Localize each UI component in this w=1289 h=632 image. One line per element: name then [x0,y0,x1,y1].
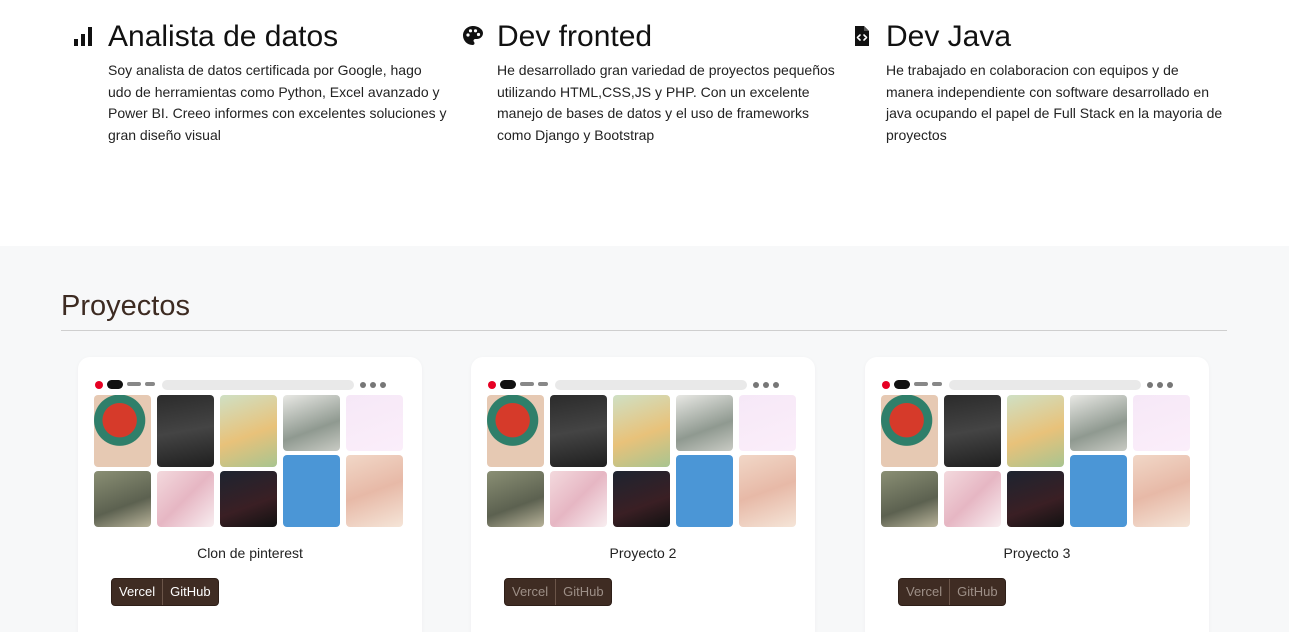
vercel-button[interactable]: Vercel [505,579,557,605]
mock-pin-image [1070,455,1127,527]
mock-nav-link [538,382,548,386]
project-screenshot [487,375,797,529]
mock-search-bar [162,380,354,390]
github-button[interactable]: GitHub [950,579,1004,605]
project-links: Vercel GitHub [898,578,1006,606]
skills-section: Analista de datos Soy analista de datos … [0,0,1289,246]
mock-nav-bar [94,379,404,391]
github-button[interactable]: GitHub [556,579,610,605]
project-screenshot [881,375,1191,529]
mock-chat-icon [370,382,376,388]
skill-title: Analista de datos [108,20,339,53]
mock-bell-icon [753,382,759,388]
mock-pin-image [550,395,607,467]
mock-nav-link [127,382,141,386]
mock-pin-image [346,395,403,451]
mock-nav-bar [881,379,1191,391]
divider [61,330,1227,331]
pinterest-logo-icon [488,381,496,389]
mock-bell-icon [1147,382,1153,388]
project-card: Clon de pinterest Vercel GitHub [78,357,422,632]
projects-section: Proyectos Clon de pinterest Vercel GitHu… [0,246,1289,632]
mock-pin-image [94,395,151,467]
skill-description: Soy analista de datos certificada por Go… [108,62,447,143]
mock-pin-image [1007,471,1064,527]
mock-home-pill [894,380,910,389]
mock-pin-image [676,395,733,451]
mock-pin-image [613,471,670,527]
mock-pin-image [1133,455,1190,527]
mock-nav-link [520,382,534,386]
projects-heading: Proyectos [61,290,190,322]
mock-pin-image [881,395,938,467]
mock-pin-image [346,455,403,527]
mock-pin-image [944,471,1001,527]
mock-search-bar [949,380,1141,390]
mock-nav-bar [487,379,797,391]
skill-description: He trabajado en colaboracion con equipos… [886,62,1223,143]
mock-pin-image [487,395,544,467]
project-title: Proyecto 3 [1003,545,1071,561]
bar-chart-icon [74,27,92,46]
project-title: Proyecto 2 [609,545,677,561]
skill-title: Dev fronted [497,20,653,53]
pinterest-logo-icon [95,381,103,389]
mock-pin-image [1070,395,1127,451]
mock-pin-image [283,455,340,527]
mock-pin-image [220,471,277,527]
mock-nav-link [145,382,155,386]
github-button[interactable]: GitHub [163,579,217,605]
vercel-button[interactable]: Vercel [899,579,951,605]
mock-pin-image [94,471,151,527]
mock-pin-image [283,395,340,451]
mock-pin-image [739,395,796,451]
mock-nav-link [914,382,928,386]
mock-pin-image [613,395,670,467]
mock-home-pill [500,380,516,389]
mock-chat-icon [763,382,769,388]
mock-pin-image [1133,395,1190,451]
project-title: Clon de pinterest [197,545,303,561]
palette-icon [463,26,483,45]
skill-title: Dev Java [886,20,1012,53]
mock-pin-image [157,471,214,527]
pinterest-logo-icon [882,381,890,389]
mock-avatar-icon [773,382,779,388]
mock-pin-image [676,455,733,527]
mock-bell-icon [360,382,366,388]
mock-chat-icon [1157,382,1163,388]
skill-description: He desarrollado gran variedad de proyect… [497,62,835,143]
mock-avatar-icon [1167,382,1173,388]
mock-pin-image [881,471,938,527]
mock-pin-image [944,395,1001,467]
project-card: Proyecto 3 Vercel GitHub [865,357,1209,632]
mock-search-bar [555,380,747,390]
mock-pin-image [487,471,544,527]
mock-pin-image [550,471,607,527]
project-screenshot [94,375,404,529]
mock-home-pill [107,380,123,389]
mock-pin-image [157,395,214,467]
mock-pin-image [220,395,277,467]
mock-nav-link [932,382,942,386]
mock-pin-image [1007,395,1064,467]
mock-pin-image [739,455,796,527]
project-links: Vercel GitHub [504,578,612,606]
mock-avatar-icon [380,382,386,388]
project-links: Vercel GitHub [111,578,219,606]
code-file-icon [855,26,869,46]
project-card: Proyecto 2 Vercel GitHub [471,357,815,632]
vercel-button[interactable]: Vercel [112,579,164,605]
